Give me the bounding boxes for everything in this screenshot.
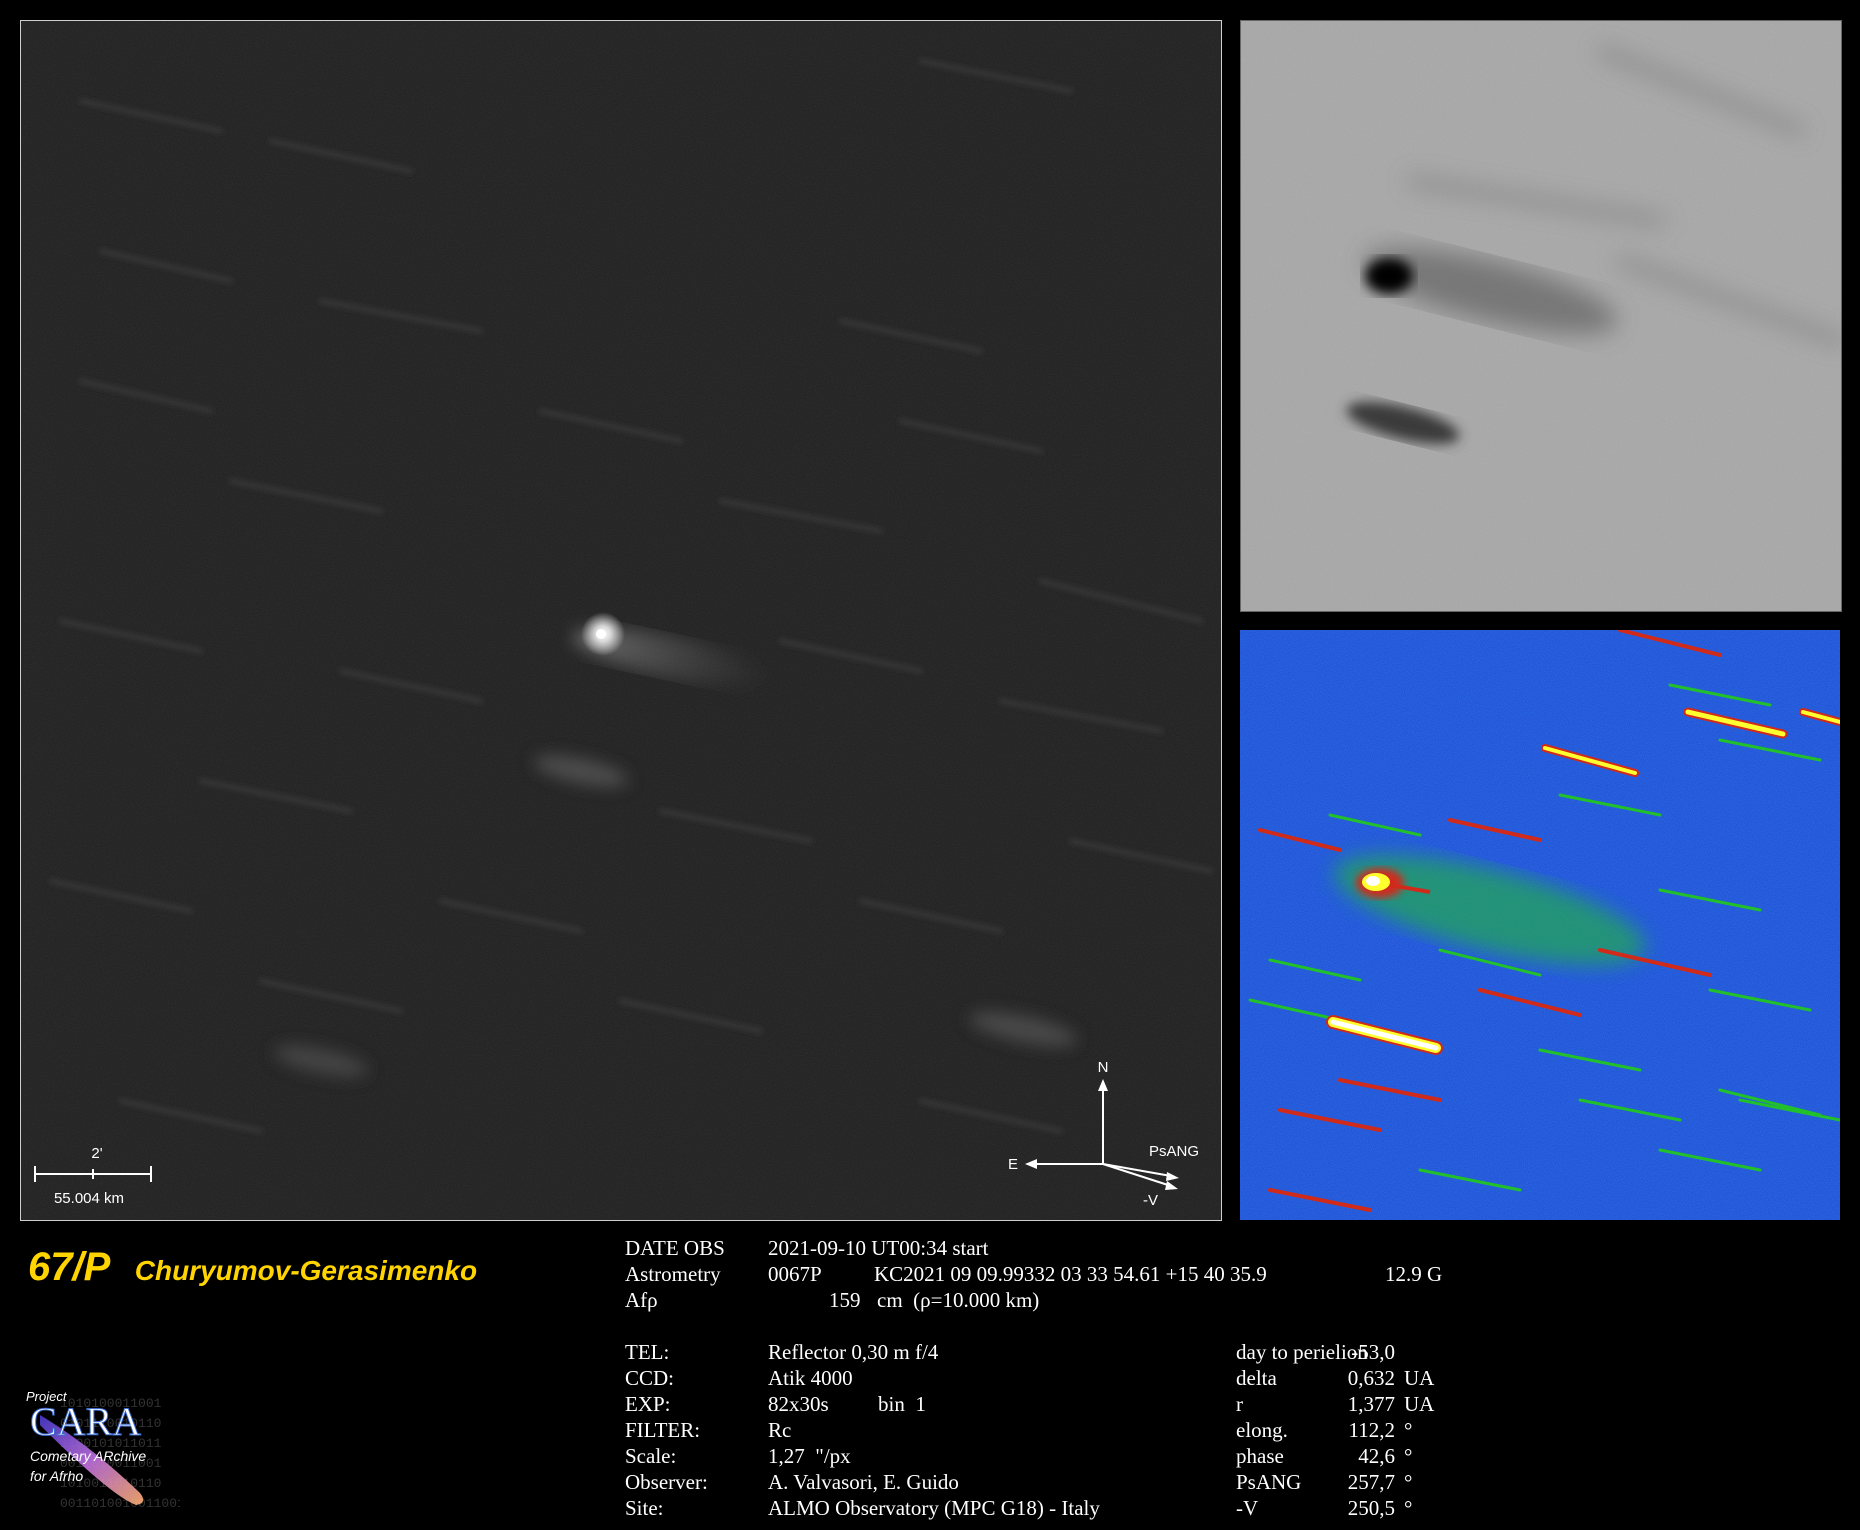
ephemeris-label: r xyxy=(1236,1392,1243,1416)
comet-title: 67/P Churyumov-Gerasimenko xyxy=(28,1245,477,1290)
ephemeris-unit: ° xyxy=(1404,1444,1413,1468)
date-obs-value: 2021-09-10 UT00:34 start xyxy=(768,1236,989,1260)
compass-psang: PsANG xyxy=(1149,1143,1199,1160)
astrometry-label: Astrometry xyxy=(625,1262,721,1286)
astrometry-mag: 12.9 G xyxy=(1385,1262,1443,1286)
observer-value: A. Valvasori, E. Guido xyxy=(768,1470,959,1494)
ephemeris-label: delta xyxy=(1236,1366,1277,1390)
ephemeris-value: -53,0 xyxy=(1351,1340,1395,1364)
comet-name: Churyumov-Gerasimenko xyxy=(134,1255,478,1286)
ephemeris-label: elong. xyxy=(1236,1418,1288,1442)
cara-logo: 1010100011001 0101110010110 1100101011011 0… xyxy=(20,1385,180,1515)
scale-label: Scale: xyxy=(625,1444,677,1468)
compass-east: E xyxy=(1008,1156,1018,1173)
ccd-value: Atik 4000 xyxy=(768,1366,853,1390)
observer-label: Observer: xyxy=(625,1470,708,1494)
scale-value: 1,27 "/px xyxy=(768,1444,851,1468)
exp-bin: bin 1 xyxy=(878,1392,926,1416)
logo-binary-line: 0011010010011001 xyxy=(60,1496,180,1511)
compass-minus-v: -V xyxy=(1143,1192,1158,1209)
astrometry-id: 0067P xyxy=(768,1262,822,1286)
ephemeris-unit: ° xyxy=(1404,1470,1413,1494)
exp-label: EXP: xyxy=(625,1392,671,1416)
ephemeris-value: 0,632 xyxy=(1347,1366,1395,1390)
filter-value: Rc xyxy=(768,1418,792,1442)
filter-label: FILTER: xyxy=(625,1418,701,1442)
afrho-label: Afρ xyxy=(625,1288,658,1312)
ephemeris-unit: UA xyxy=(1404,1366,1435,1390)
astrometry-value: KC2021 09 09.99332 03 33 54.61 +15 40 35… xyxy=(874,1262,1267,1286)
false-color-image xyxy=(1240,630,1840,1220)
ephemeris-value: 42,6 xyxy=(1358,1444,1395,1468)
compass-north: N xyxy=(1098,1059,1109,1076)
logo-cara: CARA xyxy=(30,1399,141,1444)
ephemeris-unit: ° xyxy=(1404,1496,1413,1520)
ephemeris-value: 257,7 xyxy=(1347,1470,1395,1494)
site-label: Site: xyxy=(625,1496,664,1520)
ephemeris-unit: UA xyxy=(1404,1392,1435,1416)
ephemeris-label: -V xyxy=(1236,1496,1259,1520)
tel-value: Reflector 0,30 m f/4 xyxy=(768,1340,939,1364)
afrho-unit: cm (ρ=10.000 km) xyxy=(877,1288,1040,1312)
logo-line1: Cometary ARchive xyxy=(30,1448,146,1464)
site-value: ALMO Observatory (MPC G18) - Italy xyxy=(768,1496,1100,1520)
afrho-value: 159 xyxy=(829,1288,861,1312)
scale-bar-distance: 55.004 km xyxy=(54,1190,124,1207)
ephemeris-label: PsANG xyxy=(1236,1470,1302,1494)
exp-value: 82x30s xyxy=(768,1392,829,1416)
inverted-detail-image xyxy=(1240,20,1842,612)
date-obs-label: DATE OBS xyxy=(625,1236,725,1260)
main-comet-image: 2' 55.004 km N E PsANG -V xyxy=(20,20,1222,1221)
logo-line2: for Afrho xyxy=(30,1468,83,1484)
ccd-label: CCD: xyxy=(625,1366,675,1390)
tel-label: TEL: xyxy=(625,1340,670,1364)
scale-bar-angle: 2' xyxy=(91,1145,102,1162)
ephemeris-value: 250,5 xyxy=(1347,1496,1395,1520)
ephemeris-value: 112,2 xyxy=(1348,1418,1395,1442)
ephemeris-value: 1,377 xyxy=(1347,1392,1395,1416)
ephemeris-label: phase xyxy=(1236,1444,1284,1468)
ephemeris-unit: ° xyxy=(1404,1418,1413,1442)
comet-number: 67/P xyxy=(28,1245,111,1289)
